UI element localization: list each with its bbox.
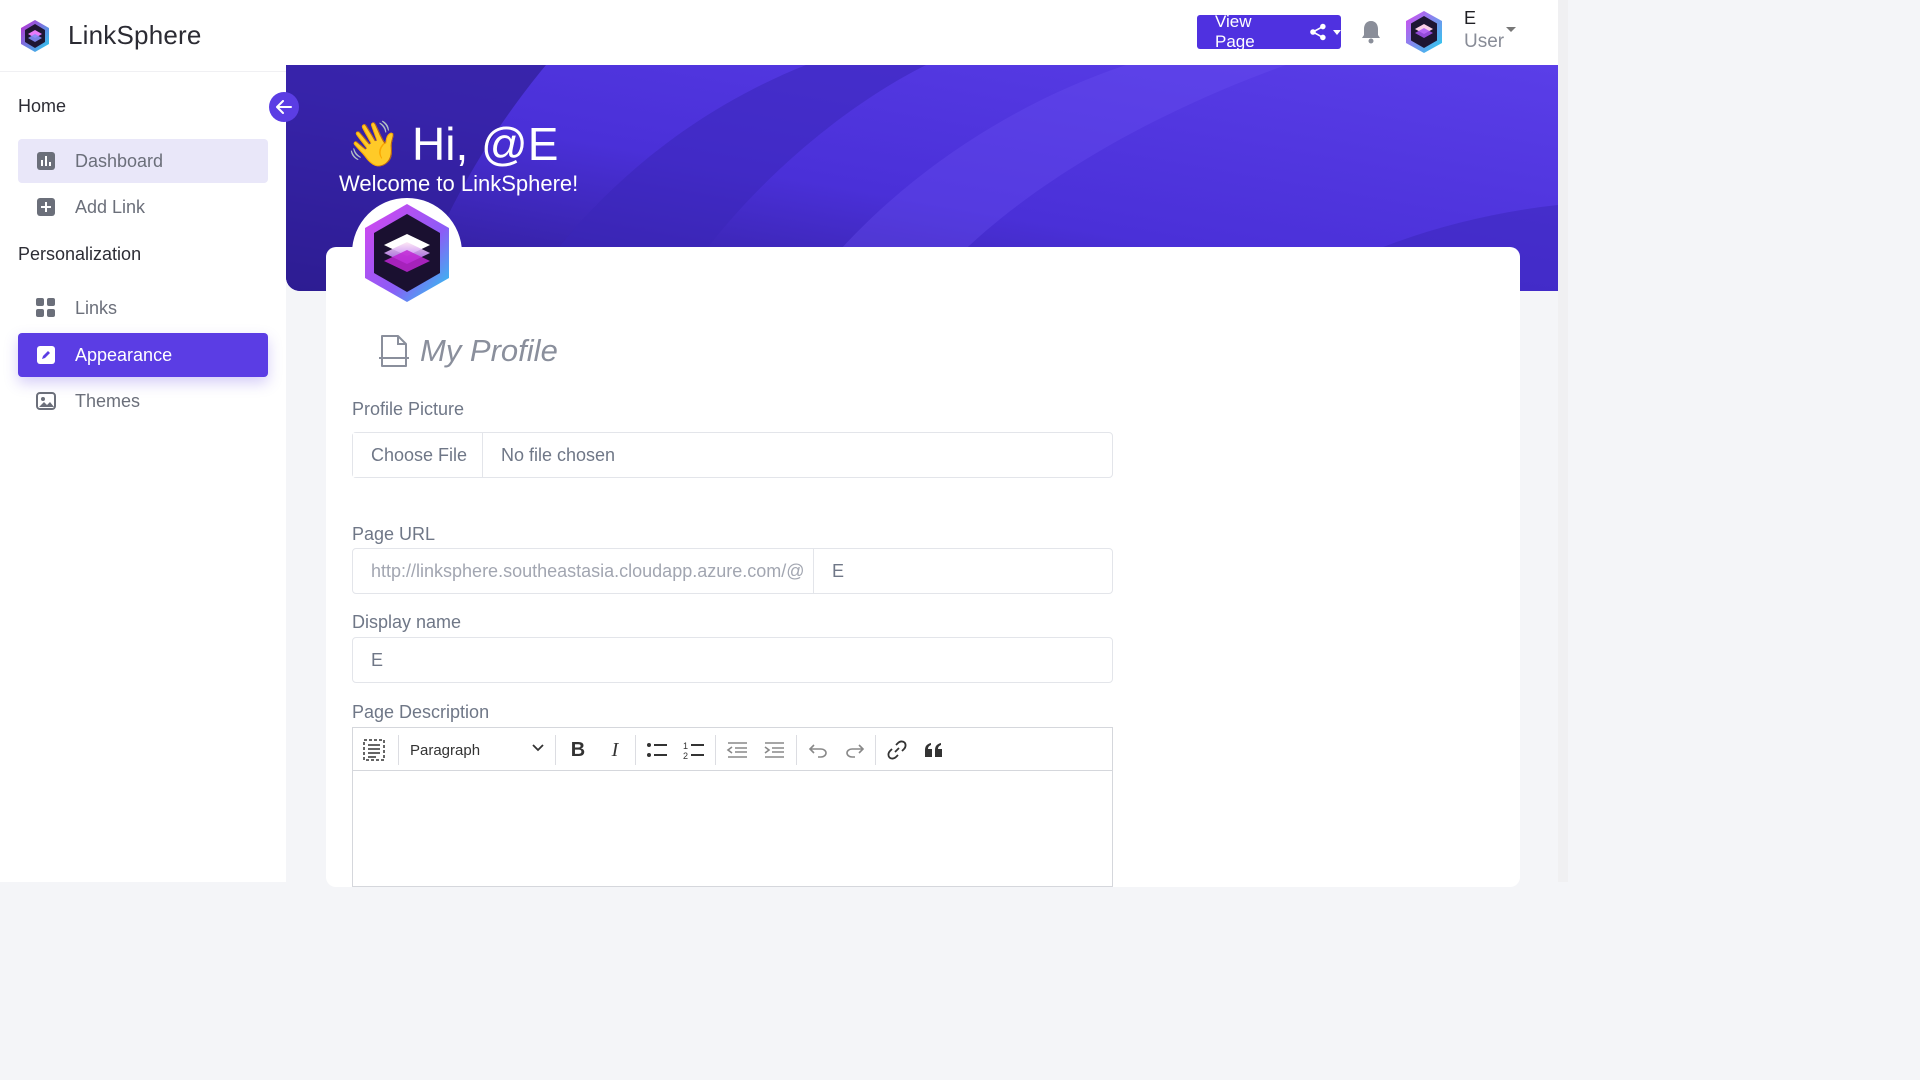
section-title-home: Home [18,96,67,116]
display-name-value: E [371,649,384,670]
sidebar-item-label: Links [75,297,118,318]
italic-icon[interactable]: I [602,737,628,763]
editor-toolbar: Paragraph B I 12 [353,728,1112,771]
sidebar-item-themes[interactable]: Themes [18,379,268,423]
sidebar-collapse-button[interactable] [269,92,299,122]
section-title-personalization: Personalization [18,244,142,264]
page-description-label: Page Description [352,702,490,722]
indent-icon[interactable] [761,737,787,763]
profile-picture-input[interactable]: Choose File No file chosen [352,432,1113,478]
select-all-icon[interactable] [361,737,387,763]
bulleted-list-icon[interactable] [644,737,670,763]
display-name-label: Display name [352,612,462,632]
profile-avatar [352,198,462,308]
no-file-text: No file chosen [501,444,616,465]
view-page-label: View Page [1215,12,1255,51]
user-role: User [1464,31,1505,52]
paragraph-style-select[interactable]: Paragraph [410,737,546,763]
wave-emoji: 👋 [346,120,401,169]
scrollbar[interactable] [1558,0,1568,882]
topbar: View Page E User [286,0,1558,65]
my-profile-heading: My Profile [378,333,558,369]
sidebar-item-dashboard[interactable]: Dashboard [18,139,268,183]
bold-icon[interactable]: B [565,737,591,763]
editor-content-area[interactable] [353,771,1112,886]
display-name-field[interactable]: E [352,637,1113,683]
caret-down-icon [1333,29,1341,35]
document-icon [379,335,409,367]
sidebar: LinkSphere Home Dashboard Add Link Perso… [0,0,286,882]
toolbar-separator [398,735,399,765]
caret-down-icon[interactable] [1506,27,1516,32]
greeting-row: 👋 Hi, @E [346,117,558,171]
chevron-down-icon [532,744,544,752]
welcome-text: Welcome to LinkSphere! [339,171,579,196]
page-url-prefix: http://linksphere.southeastasia.cloudapp… [353,549,814,593]
redo-icon[interactable] [842,737,868,763]
greeting-text: Hi, @E [412,118,559,170]
profile-picture-label: Profile Picture [352,399,465,419]
user-menu[interactable]: E User [1464,8,1504,53]
sidebar-item-add-link[interactable]: Add Link [18,185,268,229]
sidebar-item-label: Themes [75,390,141,411]
edit-square-icon [36,345,56,365]
profile-logo-icon [365,204,449,302]
sidebar-item-label: Dashboard [75,150,164,171]
image-icon [36,391,56,411]
toolbar-separator [875,735,876,765]
toolbar-separator [715,735,716,765]
share-icon [1310,23,1326,41]
bell-icon[interactable] [1359,19,1383,45]
numbered-list-icon[interactable]: 12 [681,737,707,763]
my-profile-title: My Profile [420,333,558,368]
brand[interactable]: LinkSphere [0,0,286,72]
page-url-label: Page URL [352,524,436,544]
toolbar-separator [555,735,556,765]
grid-icon [36,298,56,318]
avatar[interactable] [1402,10,1446,54]
logo-icon [21,19,49,52]
user-initial: E [1464,8,1477,28]
page-url-input-group: http://linksphere.southeastasia.cloudapp… [352,548,1113,594]
paragraph-style-label: Paragraph [410,741,481,759]
outdent-icon[interactable] [724,737,750,763]
page-description-editor: Paragraph B I 12 [352,727,1113,887]
sidebar-item-label: Appearance [75,344,173,365]
svg-text:2: 2 [683,751,688,760]
sidebar-item-label: Add Link [75,196,146,217]
choose-file-button[interactable]: Choose File [353,433,483,477]
toolbar-separator [635,735,636,765]
link-icon[interactable] [884,737,910,763]
blockquote-icon[interactable] [921,737,947,763]
svg-text:1: 1 [683,741,688,751]
plus-square-icon [36,197,56,217]
toolbar-separator [796,735,797,765]
page-url-field[interactable]: E [814,561,844,582]
brand-name: LinkSphere [68,20,202,50]
view-page-button[interactable]: View Page [1197,12,1341,51]
arrow-left-icon [276,100,292,114]
sidebar-item-appearance[interactable]: Appearance [18,333,268,377]
undo-icon[interactable] [805,737,831,763]
chart-bar-icon [36,151,56,171]
sidebar-item-links[interactable]: Links [18,286,268,330]
